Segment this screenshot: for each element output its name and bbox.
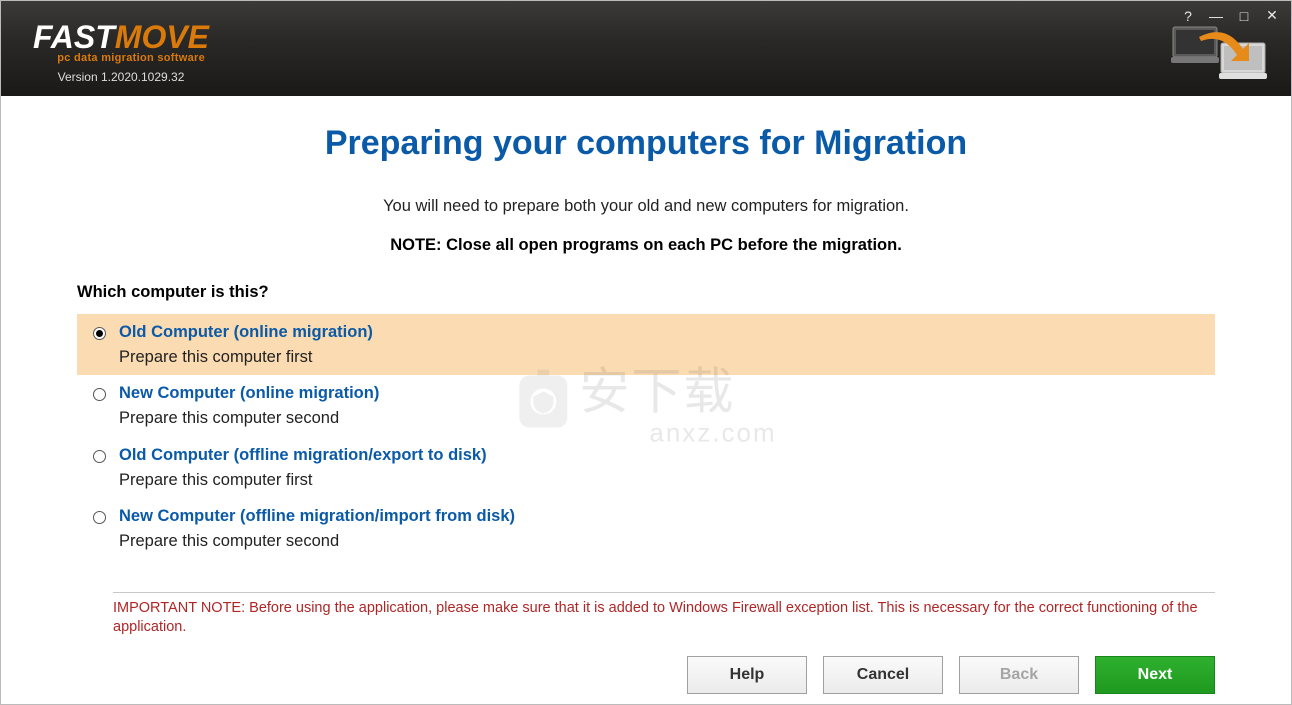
migration-illustration: [1171, 25, 1271, 90]
option-desc: Prepare this computer second: [119, 530, 515, 554]
logo-block: FASTMOVE pc data migration software Vers…: [1, 1, 209, 84]
option-label: Old Computer (online migration): [119, 320, 373, 346]
option-desc: Prepare this computer first: [119, 469, 487, 493]
option-desc: Prepare this computer first: [119, 346, 373, 370]
help-button[interactable]: Help: [687, 656, 807, 694]
option-desc: Prepare this computer second: [119, 407, 379, 431]
option-label: Old Computer (offline migration/export t…: [119, 443, 487, 469]
window-controls: ? — □ ✕: [1181, 7, 1279, 24]
maximize-icon[interactable]: □: [1237, 8, 1251, 24]
radio-icon[interactable]: [93, 327, 106, 340]
back-button[interactable]: Back: [959, 656, 1079, 694]
minimize-icon[interactable]: —: [1209, 8, 1223, 24]
firewall-warning: IMPORTANT NOTE: Before using the applica…: [77, 599, 1215, 638]
option-label: New Computer (offline migration/import f…: [119, 504, 515, 530]
logo-fast: FAST: [33, 19, 115, 55]
radio-icon[interactable]: [93, 388, 106, 401]
option-old-online[interactable]: Old Computer (online migration) Prepare …: [77, 314, 1215, 375]
next-button[interactable]: Next: [1095, 656, 1215, 694]
option-new-offline[interactable]: New Computer (offline migration/import f…: [77, 498, 1215, 559]
button-bar: Help Cancel Back Next: [77, 656, 1215, 704]
option-old-offline[interactable]: Old Computer (offline migration/export t…: [77, 437, 1215, 498]
app-logo: FASTMOVE: [33, 21, 209, 53]
radio-icon[interactable]: [93, 511, 106, 524]
intro-text: You will need to prepare both your old a…: [77, 197, 1215, 216]
content-area: 安下载 anxz.com Preparing your computers fo…: [1, 96, 1291, 704]
note-text: NOTE: Close all open programs on each PC…: [77, 236, 1215, 255]
separator: [113, 592, 1215, 593]
help-icon[interactable]: ?: [1181, 8, 1195, 24]
option-new-online[interactable]: New Computer (online migration) Prepare …: [77, 375, 1215, 436]
option-label: New Computer (online migration): [119, 381, 379, 407]
version-label: Version 1.2020.1029.32: [33, 70, 209, 84]
app-header: FASTMOVE pc data migration software Vers…: [1, 1, 1291, 96]
logo-tagline: pc data migration software: [33, 52, 209, 64]
logo-move: MOVE: [115, 19, 209, 55]
options-group: Old Computer (online migration) Prepare …: [77, 314, 1215, 560]
prompt-text: Which computer is this?: [77, 283, 1215, 302]
page-title: Preparing your computers for Migration: [77, 124, 1215, 163]
close-icon[interactable]: ✕: [1265, 7, 1279, 24]
cancel-button[interactable]: Cancel: [823, 656, 943, 694]
radio-icon[interactable]: [93, 450, 106, 463]
